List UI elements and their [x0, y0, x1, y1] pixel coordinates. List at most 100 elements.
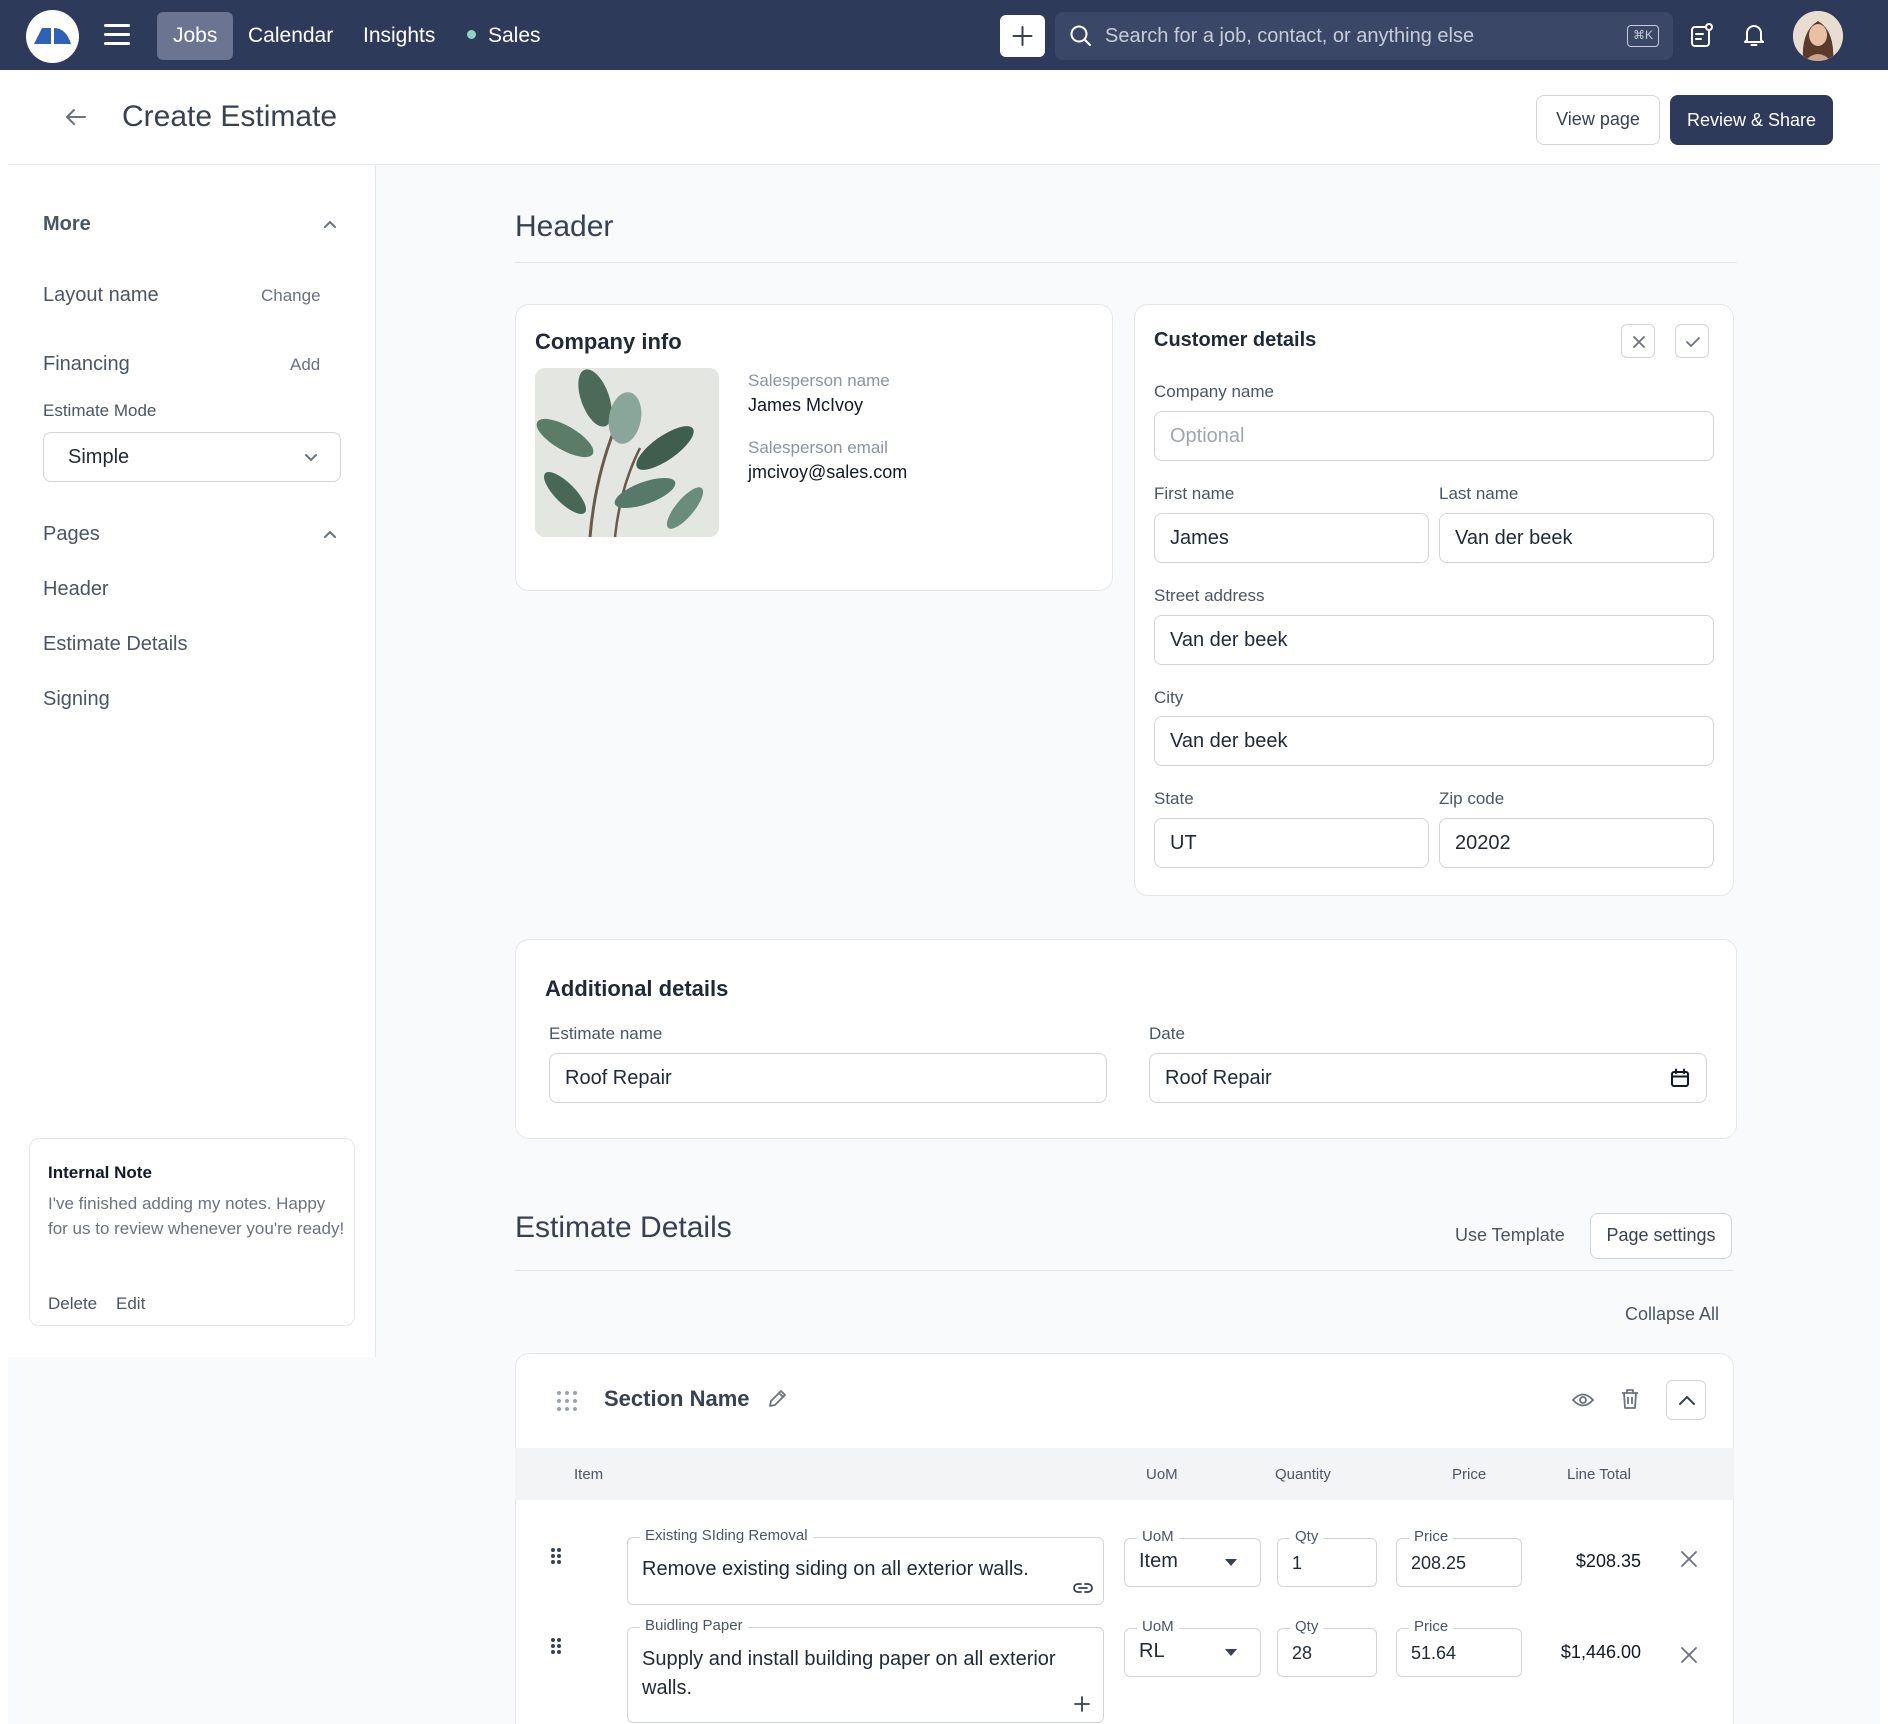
chevron-down-icon [305, 454, 317, 462]
state-field[interactable]: UT [1154, 818, 1429, 868]
company-image [535, 368, 719, 537]
divider [515, 1270, 1733, 1271]
estimate-mode-select[interactable]: Simple [43, 432, 341, 482]
app-logo[interactable] [26, 10, 79, 63]
avatar[interactable] [1793, 11, 1843, 61]
date-value: Roof Repair [1165, 1067, 1272, 1089]
cancel-button[interactable] [1621, 324, 1655, 358]
price-value: 208.25 [1411, 1553, 1467, 1573]
clipboard-icon[interactable] [1690, 22, 1714, 48]
page-header: Create Estimate View page Review & Share [8, 70, 1880, 165]
plus-icon[interactable] [1074, 1696, 1090, 1712]
qty-value: 1 [1292, 1553, 1303, 1573]
estimate-name-field[interactable]: Roof Repair [549, 1053, 1107, 1103]
page-settings-button[interactable]: Page settings [1590, 1213, 1732, 1259]
chevron-up-icon [1679, 1395, 1695, 1405]
uom-label: UoM [1137, 1528, 1179, 1545]
item-description-field[interactable]: Existing SIding Removal Remove existing … [627, 1527, 1104, 1605]
internal-note: Internal Note I've finished adding my no… [29, 1138, 355, 1326]
last-name-field[interactable]: Van der beek [1439, 513, 1714, 563]
pencil-icon[interactable] [766, 1388, 788, 1410]
qty-field[interactable]: Qty 1 [1277, 1528, 1377, 1587]
uom-select[interactable]: UoM RL [1124, 1618, 1261, 1677]
tab-sales-label: Sales [488, 24, 541, 47]
estimate-mode-label: Estimate Mode [43, 401, 157, 420]
drag-handle-icon[interactable] [550, 1637, 562, 1655]
remove-row-icon[interactable] [1680, 1550, 1698, 1568]
back-arrow-icon[interactable] [65, 108, 87, 126]
bell-icon[interactable] [1742, 22, 1766, 48]
item-description-field[interactable]: Buidling Paper Supply and install buildi… [627, 1617, 1104, 1723]
price-label: Price [1409, 1528, 1454, 1545]
tab-sales[interactable]: Sales [451, 12, 557, 60]
note-body: I've finished adding my notes. Happy for… [48, 1194, 345, 1238]
uom-select[interactable]: UoM Item [1124, 1528, 1261, 1587]
street-address-field[interactable]: Van der beek [1154, 615, 1714, 665]
sidebar-financing: Financing [43, 353, 130, 375]
search-input[interactable]: Search for a job, contact, or anything e… [1105, 25, 1474, 48]
change-layout-link[interactable]: Change [261, 286, 321, 306]
caret-down-icon [1225, 1649, 1237, 1656]
sidebar-more-heading[interactable]: More [43, 213, 91, 236]
qty-field[interactable]: Qty 28 [1277, 1618, 1377, 1677]
delete-note-link[interactable]: Delete [48, 1294, 97, 1314]
review-share-button[interactable]: Review & Share [1670, 95, 1833, 145]
tab-calendar[interactable]: Calendar [232, 12, 349, 60]
zip-code-field[interactable]: 20202 [1439, 818, 1714, 868]
use-template-button[interactable]: Use Template [1455, 1225, 1565, 1246]
first-name-field[interactable]: James [1154, 513, 1429, 563]
remove-row-icon[interactable] [1680, 1646, 1698, 1664]
add-button[interactable] [1000, 15, 1045, 57]
confirm-button[interactable] [1675, 324, 1709, 358]
city-field[interactable]: Van der beek [1154, 716, 1714, 766]
edit-note-link[interactable]: Edit [116, 1294, 145, 1314]
top-nav: Jobs Calendar Insights Sales Search for … [0, 0, 1888, 70]
price-label: Price [1409, 1618, 1454, 1635]
chevron-up-icon[interactable] [323, 220, 337, 229]
state-label: State [1154, 789, 1194, 808]
sidebar-pages-heading[interactable]: Pages [43, 523, 100, 546]
customer-details-card: Customer details Company name Optional F… [1134, 304, 1734, 896]
drag-handle-icon[interactable] [556, 1390, 578, 1412]
price-field[interactable]: Price 208.25 [1396, 1528, 1522, 1587]
plus-icon [1012, 26, 1033, 46]
sidebar-item-signing[interactable]: Signing [43, 688, 110, 711]
item-name: Existing SIding Removal [640, 1527, 813, 1544]
shortcut-badge: ⌘K [1627, 25, 1659, 47]
menu-icon[interactable] [104, 24, 130, 46]
eye-icon[interactable] [1572, 1392, 1594, 1408]
sidebar-item-header[interactable]: Header [43, 578, 109, 601]
company-name-field[interactable]: Optional [1154, 411, 1714, 461]
view-page-button[interactable]: View page [1536, 95, 1660, 145]
price-value: 51.64 [1411, 1643, 1457, 1663]
chevron-up-icon[interactable] [323, 530, 337, 539]
collapse-all-button[interactable]: Collapse All [1625, 1304, 1719, 1325]
add-financing-link[interactable]: Add [290, 355, 320, 375]
date-label: Date [1149, 1024, 1185, 1043]
qty-label: Qty [1290, 1618, 1324, 1635]
search-bar[interactable]: Search for a job, contact, or anything e… [1055, 12, 1673, 60]
status-dot [467, 29, 476, 39]
city-label: City [1154, 688, 1184, 707]
tab-insights[interactable]: Insights [347, 12, 451, 60]
collapse-section-button[interactable] [1666, 1380, 1706, 1420]
trash-icon[interactable] [1620, 1388, 1640, 1410]
state-value: UT [1170, 832, 1197, 854]
col-item: Item [574, 1466, 604, 1483]
price-field[interactable]: Price 51.64 [1396, 1618, 1522, 1677]
link-icon[interactable] [1072, 1581, 1094, 1595]
col-uom: UoM [1146, 1466, 1178, 1483]
zip-code-label: Zip code [1439, 789, 1505, 808]
drag-handle-icon[interactable] [550, 1547, 562, 1565]
divider [515, 262, 1737, 263]
street-address-value: Van der beek [1170, 629, 1288, 651]
tab-jobs[interactable]: Jobs [157, 12, 234, 60]
date-field[interactable]: Roof Repair [1149, 1053, 1707, 1103]
company-name-label: Company name [1154, 382, 1275, 401]
qty-label: Qty [1290, 1528, 1324, 1545]
sidebar-item-estimate-details[interactable]: Estimate Details [43, 633, 188, 656]
last-name-label: Last name [1439, 484, 1519, 503]
company-info-card: Company info Salesperson name James McIv… [515, 304, 1113, 591]
calendar-icon[interactable] [1670, 1068, 1690, 1088]
item-name: Buidling Paper [640, 1617, 748, 1634]
